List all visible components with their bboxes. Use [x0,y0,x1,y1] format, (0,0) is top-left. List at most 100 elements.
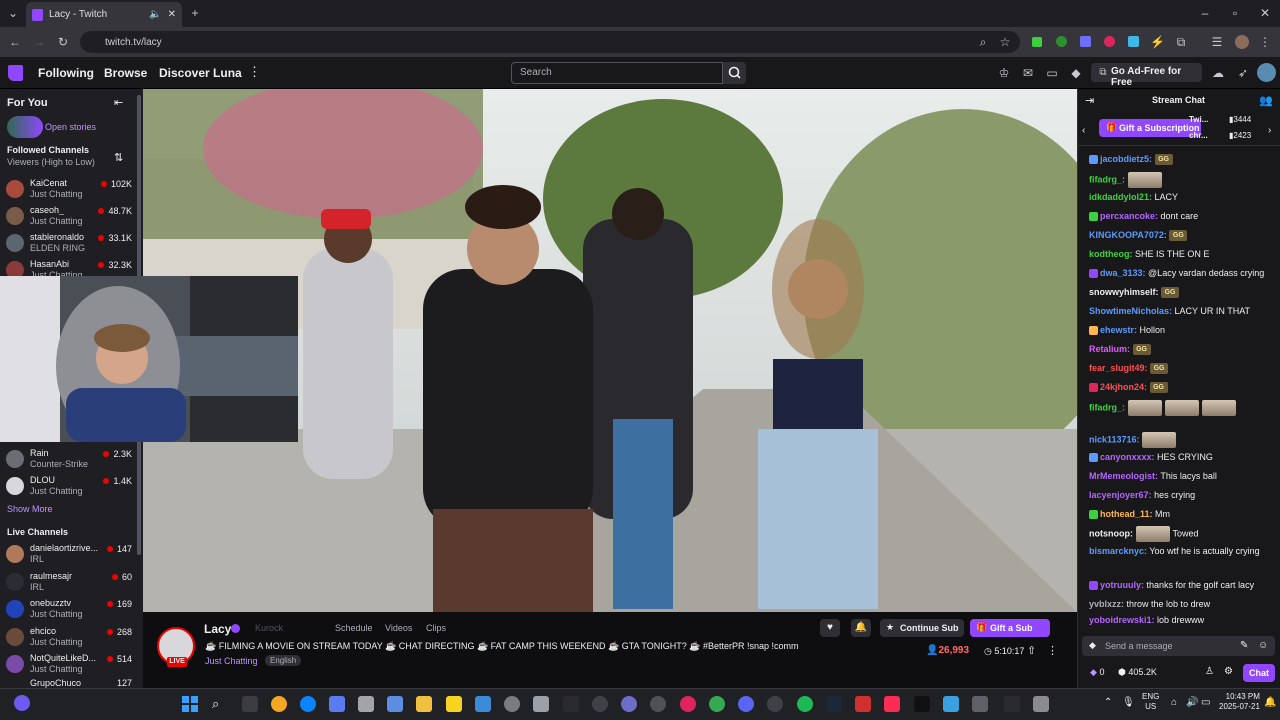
chat-emote[interactable] [1127,172,1162,188]
language-tag[interactable]: English [265,655,302,666]
collapse-sidebar-icon[interactable]: ⇤ [114,96,123,109]
tab-clips[interactable]: Clips [426,623,446,633]
app-icon[interactable] [271,696,287,712]
chat-emote[interactable] [1164,400,1199,416]
gg-emote[interactable]: GG [1150,363,1169,375]
chat-username[interactable]: fifadrg_: [1089,402,1125,412]
cloud-icon[interactable]: ☁ [1211,66,1225,80]
app-icon[interactable] [621,696,637,712]
sidebar-panel-icon[interactable]: ☰ [1210,35,1224,49]
prime-icon[interactable]: ➶ [1236,66,1250,80]
task-view-icon[interactable] [242,696,258,712]
gg-emote[interactable]: GG [1169,230,1188,242]
copilot-icon[interactable] [329,696,345,712]
chat-username[interactable]: nick113716: [1089,434,1140,444]
share-icon[interactable]: ⇧ [1027,644,1036,657]
category-link[interactable]: Just Chatting [205,656,258,666]
extension-icon[interactable] [1056,36,1067,47]
browser-tab[interactable]: Lacy - Twitch 🔈 ✕ [26,2,182,27]
app-icon[interactable] [650,696,666,712]
sidebar-channel[interactable]: Rain Counter-Strike 2.3K [6,448,136,470]
chat-badge-icon[interactable] [1089,510,1098,520]
collapse-chat-icon[interactable]: ⇥ [1085,94,1094,107]
chat-username[interactable]: idkdaddylol21: [1089,192,1152,202]
sidebar-channel[interactable]: DLOU Just Chatting 1.4K [6,475,136,497]
crown-icon[interactable]: ♔ [997,66,1011,80]
settings-gear-icon[interactable]: ⚙ [1224,666,1233,677]
search-icon[interactable]: ⌕ [212,696,219,712]
chat-badge-icon[interactable] [1089,212,1098,222]
chat-username[interactable]: yvblxzz: [1089,599,1124,609]
chat-username[interactable]: ehewstr: [1100,325,1137,335]
emote-bits-icon[interactable]: ◆ [1089,640,1096,651]
sidebar-channel[interactable]: danielaortizrive... IRL 147 [6,543,136,565]
bookmark-star-icon[interactable]: ☆ [998,35,1012,49]
chat-username[interactable]: canyonxxxx: [1100,452,1155,462]
paint-brush-icon[interactable]: ✎ [1240,640,1248,651]
spotify-icon[interactable] [797,696,813,712]
chat-username[interactable]: MrMemeologist: [1089,471,1158,481]
emote-icon[interactable]: ☺ [1258,640,1268,651]
chat-username[interactable]: fifadrg_: [1089,174,1125,184]
chat-badge-icon[interactable] [1089,453,1098,463]
user-avatar[interactable] [1257,63,1276,82]
extension-icon[interactable] [1128,36,1139,47]
file-explorer-icon[interactable] [416,696,432,712]
extension-icon[interactable] [1080,36,1091,47]
gg-emote[interactable]: GG [1154,154,1173,166]
reload-icon[interactable]: ↻ [56,35,70,49]
app-icon[interactable] [358,696,374,712]
minimize-icon[interactable]: – [1198,6,1212,20]
leaderboard-icon[interactable]: ♙ [1205,666,1214,677]
chat-badge-icon[interactable] [1089,326,1098,336]
gg-emote[interactable]: GG [1132,344,1151,356]
tray-chevron-icon[interactable]: ⌃ [1104,697,1112,708]
show-more-link[interactable]: Show More [7,504,53,514]
profile-avatar[interactable] [1235,35,1249,49]
chat-username[interactable]: hothead_11: [1100,509,1153,519]
app-icon[interactable] [563,696,579,712]
settings-icon[interactable] [504,696,520,712]
app-icon[interactable] [533,696,549,712]
nav-discover-luna[interactable]: Discover Luna [159,66,242,80]
zoom-icon[interactable]: ⌕ [976,35,990,49]
chat-badge-icon[interactable] [1089,269,1098,279]
sidebar-channel[interactable]: KaiCenat Just Chatting 102K [6,178,136,200]
close-tab-icon[interactable]: ✕ [168,9,176,20]
notifications-button[interactable]: 🔔 [851,619,871,637]
channel-points[interactable]: ◆ 0 [1090,667,1104,678]
sidebar-channel[interactable]: ehcico Just Chatting 268 [6,626,136,648]
browser-menu-icon[interactable]: ⋮ [1258,35,1272,49]
chat-username[interactable]: percxancoke: [1100,211,1158,221]
edge-icon[interactable] [300,696,316,712]
stories-avatars[interactable] [7,116,43,138]
chat-badge-icon[interactable] [1089,383,1098,393]
calculator-icon[interactable] [387,696,403,712]
battery-icon[interactable]: ▭ [1201,697,1210,708]
chat-username[interactable]: yotruuuly: [1100,580,1144,590]
app-icon[interactable] [592,696,608,712]
chat-username[interactable]: KINGKOOPA7072: [1089,230,1167,240]
network-icon[interactable]: ⌂ [1171,697,1177,708]
chat-username[interactable]: dwa_3133: [1100,268,1146,278]
more-options-icon[interactable]: ⋮ [1047,644,1058,657]
chat-username[interactable]: yoboidrewski1: [1089,615,1155,625]
chat-username[interactable]: bismarcknyc: [1089,546,1147,556]
app-icon[interactable] [855,696,871,712]
chrome-icon[interactable] [709,696,725,712]
language-indicator[interactable]: ENG US [1142,692,1159,712]
clock[interactable]: 10:43 PM 2025-07-21 [1219,692,1260,712]
search-button[interactable] [723,62,746,84]
steam-icon[interactable] [826,696,842,712]
chat-username[interactable]: Retalium: [1089,344,1130,354]
chat-username[interactable]: notsnoop: [1089,528,1133,538]
new-tab-icon[interactable]: + [188,6,202,20]
nav-following[interactable]: Following [38,66,94,80]
sort-icon[interactable]: ⇅ [114,151,123,164]
chat-emote[interactable] [1127,400,1162,416]
discord-icon[interactable] [738,696,754,712]
search-input[interactable]: Search [511,62,723,84]
sticky-notes-icon[interactable] [446,696,462,712]
bits-gem-icon[interactable]: ◆ [1069,66,1083,80]
more-menu-icon[interactable]: ⋮ [248,64,261,80]
